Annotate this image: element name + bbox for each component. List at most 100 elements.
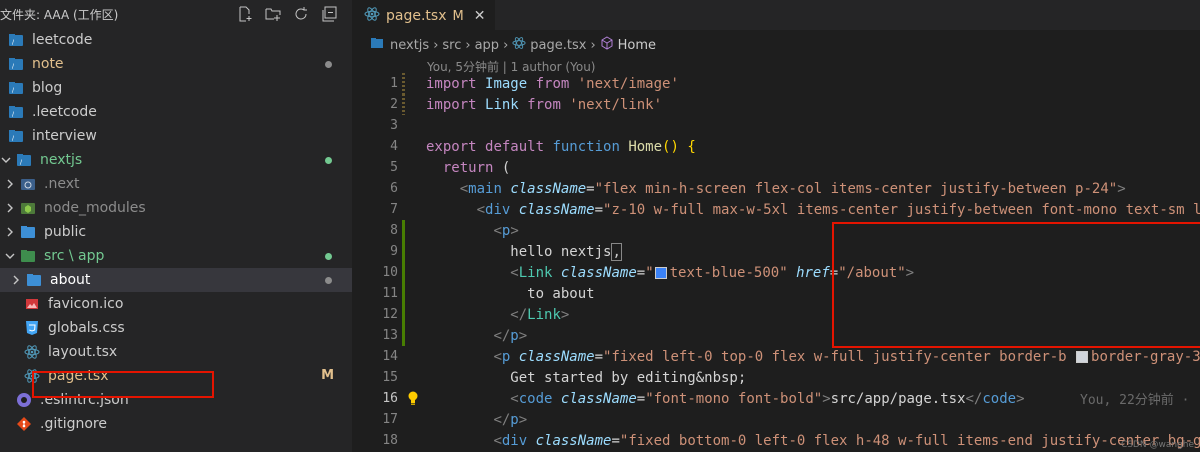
breadcrumb-item[interactable]: app: [475, 38, 499, 53]
tree-item-label: about: [50, 272, 91, 288]
watermark: CSDN @wanghe: [1120, 440, 1194, 450]
code-line[interactable]: 18 <div className="fixed bottom-0 left-0…: [352, 430, 1200, 451]
code-line[interactable]: 4 export default function Home() {: [352, 136, 1200, 157]
code-text: <main className="flex min-h-screen flex-…: [426, 181, 1126, 197]
breadcrumb-item[interactable]: Home: [618, 38, 656, 53]
line-number: 10: [382, 265, 398, 280]
line-number: 3: [390, 118, 398, 133]
color-swatch-icon: [1076, 350, 1089, 363]
code-token: =: [611, 432, 620, 449]
line-number: 2: [390, 97, 398, 112]
breadcrumb-item[interactable]: src: [442, 38, 461, 53]
code-line[interactable]: 6 <main className="flex min-h-screen fle…: [352, 178, 1200, 199]
code-token: className: [518, 201, 595, 218]
code-line[interactable]: 17 </p>: [352, 409, 1200, 430]
tree-item[interactable]: .next: [0, 172, 352, 196]
refresh-icon[interactable]: [292, 5, 310, 23]
tree-item[interactable]: about: [0, 268, 352, 292]
code-token: "font-mono font-bold": [645, 390, 823, 407]
git-status-dot: [325, 61, 332, 68]
tab-page-tsx[interactable]: page.tsx M ✕: [352, 0, 496, 31]
collapse-icon[interactable]: [320, 5, 338, 23]
code-token: ,: [611, 242, 622, 261]
explorer-header: 文件夹: AAA (工作区): [0, 0, 352, 28]
code-token: Link: [527, 306, 561, 323]
tree-item[interactable]: favicon.ico: [0, 292, 352, 316]
breadcrumb-item[interactable]: nextjs: [390, 38, 429, 53]
tree-item[interactable]: src \ app: [0, 244, 352, 268]
code-token: =: [594, 201, 604, 218]
gutter: [398, 241, 426, 262]
code-line[interactable]: 14 <p className="fixed left-0 top-0 flex…: [352, 346, 1200, 367]
react-icon: [364, 6, 380, 26]
tab-label: page.tsx: [386, 8, 447, 24]
tree-item[interactable]: / leetcode: [0, 28, 352, 52]
code-line[interactable]: 7 <div className="z-10 w-full max-w-5xl …: [352, 199, 1200, 220]
react-file-icon: [24, 344, 40, 360]
chevron-right-icon: [4, 226, 16, 238]
code-token: Image: [485, 75, 536, 92]
gutter: [398, 115, 426, 136]
tree-item[interactable]: / interview: [0, 124, 352, 148]
react-icon: [512, 36, 526, 54]
code-token: "z-10 w-full max-w-5xl items-center just…: [603, 201, 1200, 218]
tree-item-label: src \ app: [44, 248, 105, 264]
tree-item[interactable]: public: [0, 220, 352, 244]
new-file-icon[interactable]: [236, 5, 254, 23]
line-number: 1: [390, 76, 398, 91]
code-token: <: [459, 180, 469, 197]
code-token: <: [493, 432, 502, 449]
chevron-down-icon: [4, 250, 16, 262]
line-number: 12: [382, 307, 398, 322]
new-folder-icon[interactable]: [264, 5, 282, 23]
code-line[interactable]: 5 return (: [352, 157, 1200, 178]
code-line[interactable]: 2 import Link from 'next/link': [352, 94, 1200, 115]
code-line[interactable]: 1 import Image from 'next/image': [352, 73, 1200, 94]
code-token: <: [476, 201, 486, 218]
tree-item[interactable]: / nextjs: [0, 148, 352, 172]
code-token: ": [645, 264, 654, 281]
code-token: <: [510, 390, 519, 407]
tree-item[interactable]: .gitignore: [0, 412, 352, 436]
tree-item[interactable]: globals.css: [0, 316, 352, 340]
tree-item[interactable]: node_modules: [0, 196, 352, 220]
tree-item[interactable]: / .leetcode: [0, 100, 352, 124]
code-line[interactable]: 15 Get started by editing&nbsp;: [352, 367, 1200, 388]
tree-item[interactable]: / blog: [0, 76, 352, 100]
inline-blame[interactable]: You, 22分钟前 ·: [1080, 389, 1189, 408]
code-text: <p>: [426, 223, 518, 239]
code-token: href: [796, 264, 830, 281]
chevron-right-icon: ›: [503, 37, 509, 53]
tree-item-label: interview: [32, 128, 97, 144]
tree-item-label: .gitignore: [40, 416, 107, 432]
code-token: "fixed left-0 top-0 flex w-full justify-…: [603, 348, 1076, 365]
code-token: div: [501, 432, 536, 449]
code-token: >: [1016, 390, 1025, 407]
code-text: import Image from 'next/image': [426, 76, 679, 92]
line-number: 17: [382, 412, 398, 427]
git-status-dot: [325, 253, 332, 260]
code-token: export: [426, 138, 486, 155]
code-token: <: [510, 264, 519, 281]
lightbulb-icon[interactable]: [406, 390, 420, 410]
code-line[interactable]: 3: [352, 115, 1200, 136]
tree-item[interactable]: / note: [0, 52, 352, 76]
code-token: =: [636, 264, 646, 281]
code-text: Get started by editing&nbsp;: [426, 370, 746, 386]
tree-item[interactable]: layout.tsx: [0, 340, 352, 364]
line-number: 18: [382, 433, 398, 448]
code-token: >: [518, 411, 528, 428]
code-line[interactable]: 16 <code className="font-mono font-bold"…: [352, 388, 1200, 409]
code-token: </: [493, 327, 511, 344]
code-token: src/app/page.tsx: [830, 390, 966, 407]
code-text: to about: [426, 286, 594, 302]
code-text: export default function Home() {: [426, 139, 696, 155]
code-text: </Link>: [426, 307, 569, 323]
breadcrumb-item[interactable]: page.tsx: [530, 38, 586, 53]
close-icon[interactable]: ✕: [474, 8, 486, 24]
css-file-icon: [24, 320, 40, 336]
line-number: 11: [382, 286, 398, 301]
